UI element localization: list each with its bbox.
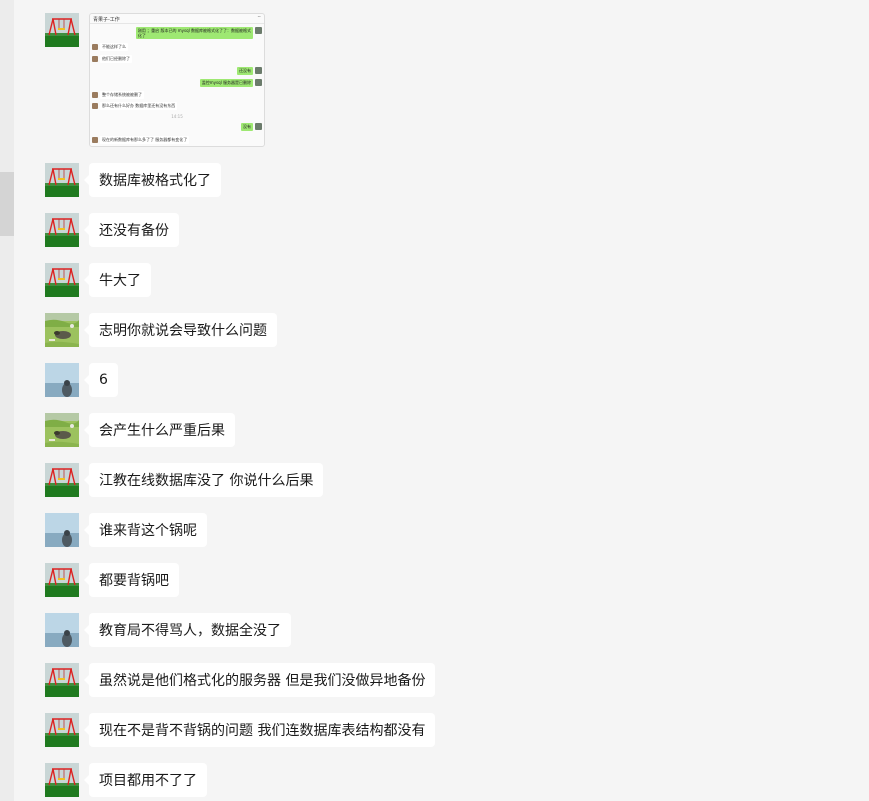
avatar[interactable] xyxy=(45,513,79,547)
mini-avatar xyxy=(255,123,262,130)
message-bubble[interactable]: 会产生什么严重后果 xyxy=(84,413,235,447)
mini-message: 整个存储系统被被删了 xyxy=(92,91,144,99)
mini-timestamp: 14:15 xyxy=(171,114,183,119)
mini-text: 现在的新数据库有那么多了了 服务器都有变化了 xyxy=(100,136,190,144)
mini-avatar xyxy=(92,103,98,109)
avatar[interactable] xyxy=(45,163,79,197)
mini-message: 不能这样了么 xyxy=(92,43,128,51)
mini-avatar xyxy=(92,92,98,98)
message-bubble[interactable]: 教育局不得骂人，数据全没了 xyxy=(84,613,291,647)
mini-avatar xyxy=(255,27,262,34)
mini-message: 刚用 ；重启 版本已的 mysql 数据库被格式化了了：数据被格式 化了 xyxy=(135,27,262,39)
avatar[interactable] xyxy=(45,613,79,647)
mini-text: 化了 xyxy=(137,33,146,38)
mini-avatar xyxy=(92,44,98,50)
mini-message: 他们已经删除了 xyxy=(92,55,132,63)
mini-text: 那么还有什么好办 数据库里还有没有东西 xyxy=(100,102,178,110)
message-bubble[interactable]: 数据库被格式化了 xyxy=(84,163,221,197)
mini-message: 没有 xyxy=(241,123,262,131)
left-panel-strip xyxy=(0,0,14,801)
mini-text: 他们已经删除了 xyxy=(100,55,132,63)
avatar[interactable] xyxy=(45,213,79,247)
more-icon: ··· xyxy=(257,14,261,21)
avatar[interactable] xyxy=(45,763,79,797)
mini-message: 现在的新数据库有那么多了了 服务器都有变化了 xyxy=(92,136,190,144)
message-bubble[interactable]: 现在不是背不背锅的问题 我们连数据库表结构都没有 xyxy=(83,713,436,747)
mini-avatar xyxy=(255,67,262,74)
message-bubble[interactable]: 项目都用不了了 xyxy=(84,763,207,797)
message-bubble[interactable]: 虽然说是他们格式化的服务器 但是我们没做异地备份 xyxy=(83,663,436,697)
mini-avatar xyxy=(92,137,98,143)
mini-avatar xyxy=(255,79,262,86)
avatar[interactable] xyxy=(45,313,79,347)
screenshot-chat-title: 青果子-工作 xyxy=(93,17,120,23)
avatar[interactable] xyxy=(45,563,79,597)
message-bubble[interactable]: 谁来背这个锅呢 xyxy=(84,513,207,547)
avatar[interactable] xyxy=(45,13,79,47)
mini-text: 监控mysql 服务器是已删除 xyxy=(199,79,253,87)
message-bubble[interactable]: 6 xyxy=(84,363,118,397)
message-bubble[interactable]: 志明你就说会导致什么问题 xyxy=(84,313,277,347)
avatar[interactable] xyxy=(45,263,79,297)
mini-text: 不能这样了么 xyxy=(100,43,128,51)
message-bubble[interactable]: 江教在线数据库没了 你说什么后果 xyxy=(83,463,324,497)
divider xyxy=(90,23,264,24)
message-bubble[interactable]: 还没有备份 xyxy=(84,213,179,247)
mini-text: 刚用 ；重启 版本已的 mysql 数据库被格式化了了：数据被格式 xyxy=(137,28,251,33)
mini-message: 监控mysql 服务器是已删除 xyxy=(199,79,262,87)
avatar[interactable] xyxy=(45,713,79,747)
message-bubble[interactable]: 牛大了 xyxy=(84,263,151,297)
chat-screenshot-image[interactable]: 青果子-工作 ··· 刚用 ；重启 版本已的 mysql 数据库被格式化了了：数… xyxy=(89,13,265,147)
mini-message: 还没有 xyxy=(237,67,262,75)
mini-text: 整个存储系统被被删了 xyxy=(100,91,144,99)
avatar[interactable] xyxy=(45,413,79,447)
chat-message-list[interactable]: 青果子-工作 ··· 刚用 ；重启 版本已的 mysql 数据库被格式化了了：数… xyxy=(14,0,869,801)
avatar[interactable] xyxy=(45,463,79,497)
mini-text: 还没有 xyxy=(237,67,253,75)
scrollbar-thumb[interactable] xyxy=(0,172,14,236)
message-bubble[interactable]: 都要背锅吧 xyxy=(84,563,179,597)
avatar[interactable] xyxy=(45,363,79,397)
mini-message: 那么还有什么好办 数据库里还有没有东西 xyxy=(92,102,178,110)
mini-avatar xyxy=(92,56,98,62)
mini-text: 没有 xyxy=(241,123,253,131)
avatar[interactable] xyxy=(45,663,79,697)
